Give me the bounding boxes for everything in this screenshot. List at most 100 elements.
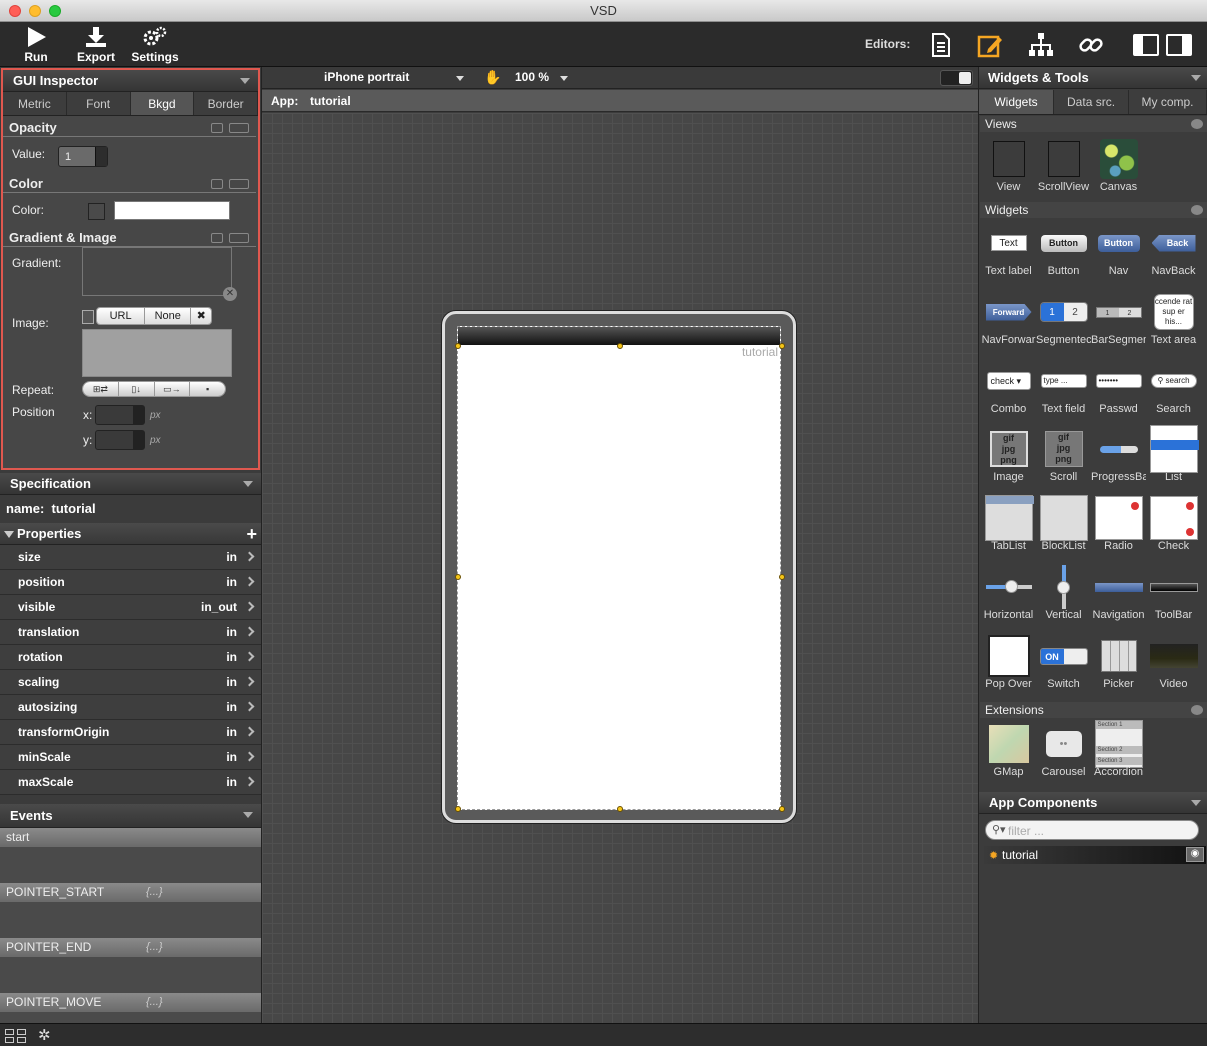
events-header[interactable]: Events bbox=[0, 804, 261, 828]
expand-triangle-icon[interactable] bbox=[4, 531, 14, 538]
event-header[interactable]: start bbox=[0, 828, 261, 847]
design-editor-icon[interactable] bbox=[977, 32, 1003, 58]
widget-navback[interactable]: Back NavBack bbox=[1146, 224, 1201, 277]
extensions-section-header[interactable]: Extensions bbox=[980, 702, 1207, 718]
chevron-right-icon[interactable] bbox=[244, 626, 255, 637]
widget-radio[interactable]: Radio bbox=[1091, 496, 1146, 552]
widget-segmentec[interactable]: 1 2 Segmentec bbox=[1036, 293, 1091, 346]
property-row-size[interactable]: size in bbox=[0, 545, 261, 570]
widgets-section-header[interactable]: Widgets bbox=[980, 202, 1207, 218]
tab-border[interactable]: Border bbox=[194, 92, 258, 115]
color-input[interactable] bbox=[114, 201, 230, 220]
property-row-rotation[interactable]: rotation in bbox=[0, 645, 261, 670]
event-code-icon[interactable]: {...} bbox=[146, 938, 163, 957]
collapse-caret-icon[interactable] bbox=[243, 481, 253, 487]
event-code-icon[interactable]: {...} bbox=[146, 883, 163, 902]
widget-video[interactable]: Video bbox=[1146, 637, 1201, 690]
left-panel-toggle-icon[interactable] bbox=[1133, 34, 1159, 56]
apply-icon[interactable] bbox=[229, 179, 249, 189]
zoom-window-button[interactable] bbox=[49, 5, 61, 17]
widget-horizontal[interactable]: Horizontal bbox=[981, 568, 1036, 621]
debug-bug-icon[interactable]: ✲ bbox=[38, 1026, 51, 1044]
collapse-caret-icon[interactable] bbox=[243, 812, 253, 818]
widget-search[interactable]: ⚲ search Search bbox=[1146, 362, 1201, 415]
position-x-stepper[interactable] bbox=[95, 405, 145, 425]
opacity-stepper[interactable]: 1 bbox=[58, 146, 108, 167]
widget-barsegmen[interactable]: 1 2 BarSegmen bbox=[1091, 293, 1146, 346]
app-screen[interactable]: tutorial bbox=[457, 326, 781, 810]
event-row[interactable]: start bbox=[0, 828, 261, 883]
tab-metric[interactable]: Metric bbox=[3, 92, 67, 115]
event-header[interactable]: POINTER_MOVE {...} bbox=[0, 993, 261, 1012]
resize-handle[interactable] bbox=[779, 574, 785, 580]
widget-passwd[interactable]: ••••••• Passwd bbox=[1091, 362, 1146, 415]
no-repeat-icon[interactable]: ▪ bbox=[190, 382, 225, 396]
property-row-transformOrigin[interactable]: transformOrigin in bbox=[0, 720, 261, 745]
collapse-icon[interactable] bbox=[1191, 205, 1203, 215]
widget-list[interactable]: List bbox=[1146, 425, 1201, 483]
component-filter-input[interactable]: ⚲▾ filter ... bbox=[985, 820, 1199, 840]
zoom-select[interactable]: 100 % bbox=[515, 70, 549, 84]
scrollview-widget[interactable]: ScrollView bbox=[1036, 140, 1091, 193]
remove-image-icon[interactable]: ✖ bbox=[191, 308, 211, 324]
chevron-right-icon[interactable] bbox=[244, 551, 255, 562]
widget-image[interactable]: gif jpg png Image bbox=[981, 430, 1036, 483]
property-row-position[interactable]: position in bbox=[0, 570, 261, 595]
repeat-both-icon[interactable]: ⊞⇄ bbox=[83, 382, 119, 396]
widget-nav[interactable]: Button Nav bbox=[1091, 224, 1146, 277]
view-widget[interactable]: View bbox=[981, 140, 1036, 193]
collapse-caret-icon[interactable] bbox=[240, 78, 250, 84]
property-row-scaling[interactable]: scaling in bbox=[0, 670, 261, 695]
url-button[interactable]: URL bbox=[97, 308, 146, 324]
widget-vertical[interactable]: Vertical bbox=[1036, 565, 1091, 621]
chevron-right-icon[interactable] bbox=[244, 751, 255, 762]
tab-widgets[interactable]: Widgets bbox=[979, 90, 1055, 114]
property-row-autosizing[interactable]: autosizing in bbox=[0, 695, 261, 720]
widget-blocklist[interactable]: BlockList bbox=[1036, 495, 1091, 552]
canvas-widget[interactable]: Canvas bbox=[1091, 139, 1146, 193]
gmap-extension[interactable]: GMap bbox=[981, 725, 1036, 778]
hierarchy-editor-icon[interactable] bbox=[1028, 32, 1054, 58]
settings-button[interactable]: Settings bbox=[125, 26, 185, 64]
widget-text-area[interactable]: ccende rat sup er his... Text area bbox=[1146, 293, 1201, 346]
widgets-tools-header[interactable]: Widgets & Tools bbox=[979, 67, 1207, 89]
visibility-eye-icon[interactable]: ◉ bbox=[1186, 847, 1204, 862]
widget-combo[interactable]: check ▾ Combo bbox=[981, 362, 1036, 415]
chevron-right-icon[interactable] bbox=[244, 676, 255, 687]
design-canvas[interactable]: tutorial bbox=[262, 113, 978, 1023]
resize-handle[interactable] bbox=[455, 343, 461, 349]
event-row[interactable]: POINTER_MOVE {...} bbox=[0, 993, 261, 1023]
widget-text-field[interactable]: type ... Text field bbox=[1036, 362, 1091, 415]
gradient-field[interactable] bbox=[82, 247, 232, 296]
position-y-stepper[interactable] bbox=[95, 430, 145, 450]
widget-tablist[interactable]: TabList bbox=[981, 495, 1036, 552]
chevron-right-icon[interactable] bbox=[244, 726, 255, 737]
reset-icon[interactable] bbox=[211, 123, 223, 133]
properties-header[interactable]: Properties + bbox=[0, 523, 261, 545]
device-select[interactable]: iPhone portrait bbox=[324, 70, 409, 84]
gui-inspector-header[interactable]: GUI Inspector bbox=[3, 70, 258, 92]
clear-gradient-icon[interactable]: ✕ bbox=[223, 287, 237, 301]
widget-text-label[interactable]: Text Text label bbox=[981, 224, 1036, 277]
widget-switch[interactable]: ON Switch bbox=[1036, 637, 1091, 690]
repeat-x-icon[interactable]: ▭→ bbox=[154, 382, 191, 396]
resize-handle[interactable] bbox=[617, 806, 623, 812]
export-button[interactable]: Export bbox=[66, 26, 126, 64]
close-window-button[interactable] bbox=[9, 5, 21, 17]
resize-handle[interactable] bbox=[617, 343, 623, 349]
collapse-caret-icon[interactable] bbox=[1191, 800, 1201, 806]
carousel-extension[interactable]: •• Carousel bbox=[1036, 725, 1091, 778]
tab-font[interactable]: Font bbox=[66, 92, 131, 115]
run-button[interactable]: Run bbox=[6, 26, 66, 64]
app-components-header[interactable]: App Components bbox=[979, 792, 1207, 814]
add-property-icon[interactable]: + bbox=[246, 523, 257, 545]
hand-tool-icon[interactable]: ✋ bbox=[484, 69, 501, 86]
canvas-toggle-switch[interactable] bbox=[940, 70, 973, 86]
apply-icon[interactable] bbox=[229, 123, 249, 133]
grid-view-icon[interactable] bbox=[5, 1029, 27, 1043]
repeat-y-icon[interactable]: ▯↓ bbox=[118, 382, 155, 396]
tab-data-src[interactable]: Data src. bbox=[1054, 90, 1130, 114]
event-header[interactable]: POINTER_START {...} bbox=[0, 883, 261, 902]
reset-icon[interactable] bbox=[211, 233, 223, 243]
component-item[interactable]: ✹ tutorial ◉ bbox=[984, 846, 1206, 864]
